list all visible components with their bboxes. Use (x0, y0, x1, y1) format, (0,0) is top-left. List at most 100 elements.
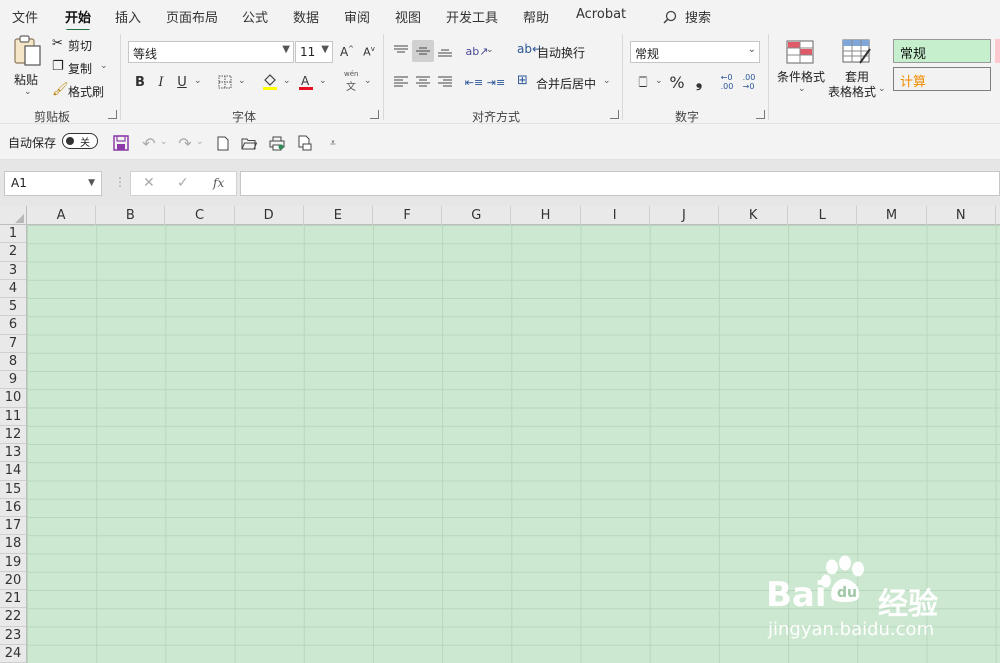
orientation-dropdown-icon[interactable]: ⌄ (486, 45, 494, 55)
formula-input[interactable] (240, 171, 1000, 196)
comma-button[interactable]: ❟ (688, 71, 710, 93)
row-header-21[interactable]: 21 (0, 590, 26, 609)
font-color-button[interactable]: A (295, 71, 317, 93)
row-header-24[interactable]: 24 (0, 645, 26, 663)
orientation-button[interactable]: ab↗ (466, 40, 489, 62)
row-header-23[interactable]: 23 (0, 627, 26, 645)
paste-button[interactable]: 粘贴 ⌄ (10, 34, 46, 100)
italic-button[interactable]: I (150, 71, 172, 93)
table-format-dropdown-icon[interactable]: ⌄ (878, 84, 886, 94)
row-header-1[interactable]: 1 (0, 225, 26, 244)
row-header-12[interactable]: 12 (0, 426, 26, 445)
row-header-22[interactable]: 22 (0, 608, 26, 627)
merge-dropdown-icon[interactable]: ⌄ (603, 76, 611, 86)
increase-font-size-button[interactable]: A^ (336, 41, 358, 63)
number-format-select[interactable]: 常规 ⌄ (630, 41, 760, 63)
font-name-select[interactable]: 等线 ▼ (128, 41, 294, 63)
borders-button[interactable] (214, 71, 236, 93)
style-calculation[interactable]: 计算 (893, 67, 991, 91)
row-header-13[interactable]: 13 (0, 444, 26, 463)
column-header-j[interactable]: J (650, 206, 719, 225)
select-all-button[interactable] (0, 206, 27, 225)
column-header-d[interactable]: D (235, 206, 304, 225)
save-button[interactable] (110, 132, 132, 154)
redo-button[interactable]: ↷ (174, 132, 196, 154)
undo-dropdown-icon[interactable]: ⌄ (160, 137, 168, 147)
undo-button[interactable]: ↶ (138, 132, 160, 154)
row-header-5[interactable]: 5 (0, 298, 26, 317)
new-file-button[interactable] (212, 132, 234, 154)
font-size-select[interactable]: 11 ▼ (295, 41, 333, 63)
align-right-button[interactable] (434, 71, 456, 93)
name-box[interactable]: A1 ▼ (4, 171, 102, 196)
tab-review[interactable]: 审阅 (344, 7, 370, 26)
open-file-button[interactable] (238, 132, 260, 154)
tab-file[interactable]: 文件 (12, 7, 38, 26)
paste-dropdown-icon[interactable]: ⌄ (24, 87, 32, 97)
row-header-11[interactable]: 11 (0, 408, 26, 426)
column-header-i[interactable]: I (581, 206, 650, 225)
row-header-16[interactable]: 16 (0, 499, 26, 518)
bold-button[interactable]: B (129, 71, 151, 93)
customize-qat-button[interactable]: ⩡ (322, 132, 344, 154)
tab-page-layout[interactable]: 页面布局 (166, 7, 218, 26)
borders-dropdown-icon[interactable]: ⌄ (238, 76, 246, 86)
column-header-a[interactable]: A (27, 206, 97, 225)
tab-view[interactable]: 视图 (395, 7, 421, 26)
column-header-l[interactable]: L (788, 206, 858, 225)
autosave-toggle[interactable]: 关 (62, 133, 98, 149)
phonetic-dropdown-icon[interactable]: ⌄ (364, 76, 372, 86)
merge-center-button[interactable]: ⊞ 合并后居中 ⌄ (517, 73, 613, 93)
row-header-6[interactable]: 6 (0, 316, 26, 335)
tab-formulas[interactable]: 公式 (242, 7, 268, 26)
print-preview-button[interactable] (266, 132, 288, 154)
increase-decimal-button[interactable]: ←0.00 (716, 71, 738, 93)
tab-developer[interactable]: 开发工具 (446, 7, 498, 26)
insert-function-button[interactable]: fx (213, 176, 224, 190)
column-header-c[interactable]: C (165, 206, 235, 225)
underline-dropdown-icon[interactable]: ⌄ (194, 76, 202, 86)
tab-home[interactable]: 开始 (65, 7, 91, 32)
quick-print-button[interactable] (294, 132, 316, 154)
redo-dropdown-icon[interactable]: ⌄ (196, 137, 204, 147)
row-header-8[interactable]: 8 (0, 353, 26, 372)
row-header-19[interactable]: 19 (0, 554, 26, 572)
increase-indent-button[interactable]: ⇥≡ (485, 71, 507, 93)
style-normal[interactable]: 常规 (893, 39, 991, 63)
row-header-2[interactable]: 2 (0, 243, 26, 262)
row-header-3[interactable]: 3 (0, 262, 26, 280)
row-header-14[interactable]: 14 (0, 462, 26, 481)
column-header-e[interactable]: E (304, 206, 373, 225)
style-bad-swatch[interactable] (995, 39, 1000, 63)
align-bottom-button[interactable] (434, 40, 456, 62)
underline-button[interactable]: U (171, 71, 193, 93)
percent-button[interactable]: % (666, 71, 688, 93)
column-header-g[interactable]: G (442, 206, 512, 225)
formula-bar-grip-icon[interactable]: ⋮ (114, 175, 126, 189)
tab-data[interactable]: 数据 (293, 7, 319, 26)
row-header-10[interactable]: 10 (0, 389, 26, 408)
accounting-format-button[interactable]: 🀆 (632, 71, 654, 93)
tab-acrobat[interactable]: Acrobat (576, 7, 626, 22)
align-center-button[interactable] (412, 71, 434, 93)
align-left-button[interactable] (390, 71, 412, 93)
format-as-table-button[interactable]: 套用 表格格式 ⌄ (828, 38, 888, 104)
phonetic-button[interactable]: wén 文 (340, 70, 366, 94)
row-header-4[interactable]: 4 (0, 280, 26, 299)
column-header-m[interactable]: M (857, 206, 927, 225)
cancel-icon[interactable]: ✕ (143, 175, 155, 191)
decrease-font-size-button[interactable]: Av (358, 41, 380, 63)
row-header-17[interactable]: 17 (0, 517, 26, 536)
column-header-k[interactable]: K (719, 206, 789, 225)
clipboard-launcher-icon[interactable] (108, 110, 117, 119)
active-cell[interactable] (27, 225, 97, 244)
column-header-f[interactable]: F (373, 206, 443, 225)
copy-dropdown-icon[interactable]: ⌄ (100, 61, 108, 71)
align-middle-button[interactable] (412, 40, 434, 62)
align-top-button[interactable] (390, 40, 412, 62)
font-launcher-icon[interactable] (370, 110, 379, 119)
row-header-15[interactable]: 15 (0, 481, 26, 499)
font-color-dropdown-icon[interactable]: ⌄ (319, 76, 327, 86)
conditional-format-button[interactable]: 条件格式 ⌄ (776, 38, 826, 104)
alignment-launcher-icon[interactable] (610, 110, 619, 119)
